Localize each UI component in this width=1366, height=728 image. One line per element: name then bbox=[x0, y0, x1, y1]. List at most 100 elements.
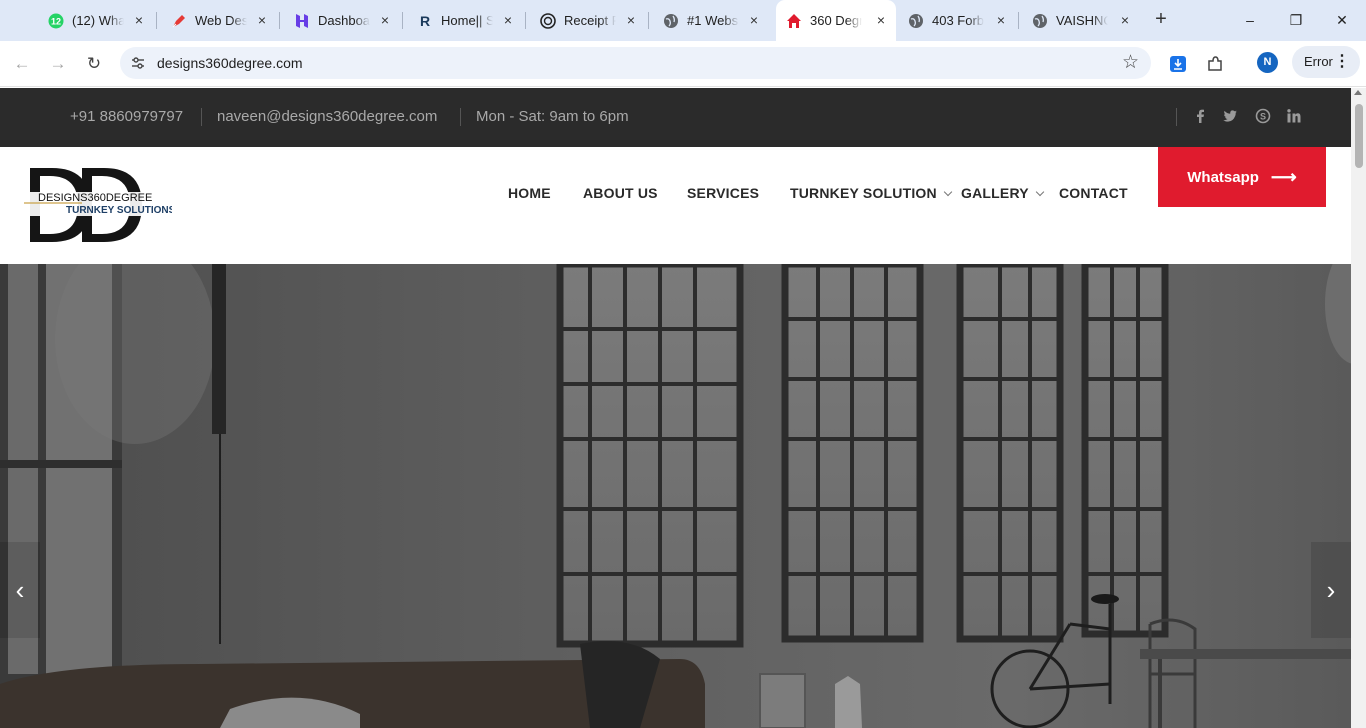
address-bar[interactable]: designs360degree.com ☆ bbox=[120, 47, 1151, 79]
profile-avatar[interactable]: N bbox=[1257, 52, 1278, 73]
chevron-down-icon bbox=[943, 187, 953, 197]
hero-image bbox=[0, 264, 1351, 728]
site-header: DESIGNS360DEGREE TURNKEY SOLUTIONS HOME … bbox=[0, 147, 1351, 264]
error-menu-button[interactable]: Error ⋮ bbox=[1292, 46, 1360, 78]
tab-dashboard[interactable]: Dashboard × bbox=[284, 7, 400, 34]
business-hours: Mon - Sat: 9am to 6pm bbox=[476, 108, 629, 125]
tab-title: VAISHNO... bbox=[1056, 13, 1108, 28]
hero-slider: ‹ › bbox=[0, 264, 1351, 728]
web-page: +91 8860979797 naveen@designs360degree.c… bbox=[0, 88, 1351, 728]
tab-whatsapp[interactable]: 12 (12) WhatsApp × bbox=[38, 7, 154, 34]
logo-line-2: TURNKEY SOLUTIONS bbox=[66, 205, 172, 216]
tab-home-s[interactable]: R Home|| S... × bbox=[407, 7, 523, 34]
skype-icon[interactable]: S bbox=[1255, 108, 1271, 124]
home-icon bbox=[786, 13, 802, 29]
bookmark-star-icon[interactable]: ☆ bbox=[1122, 51, 1139, 74]
email-address[interactable]: naveen@designs360degree.com bbox=[217, 108, 437, 125]
site-logo[interactable]: DESIGNS360DEGREE TURNKEY SOLUTIONS bbox=[22, 164, 176, 246]
browser-toolbar: ← → ↻ designs360degree.com ☆ bbox=[0, 41, 1366, 87]
restore-button[interactable]: ❐ bbox=[1286, 10, 1306, 30]
tab-web-design[interactable]: Web Design × bbox=[161, 7, 277, 34]
arrow-right-icon: ⟶ bbox=[1270, 166, 1297, 187]
close-tab-icon[interactable]: × bbox=[1118, 13, 1132, 27]
tab-divider bbox=[648, 12, 649, 29]
error-label: Error bbox=[1304, 54, 1333, 69]
nav-gallery[interactable]: GALLERY bbox=[961, 185, 1045, 201]
pen-icon bbox=[171, 13, 187, 29]
close-tab-icon[interactable]: × bbox=[747, 13, 761, 27]
divider bbox=[201, 108, 202, 126]
tab-title: #1 Website... bbox=[687, 13, 739, 28]
tab-title: Dashboard bbox=[318, 13, 370, 28]
page-scrollbar[interactable] bbox=[1351, 88, 1366, 728]
tab-360-degree[interactable]: 360 Degree × bbox=[776, 0, 896, 41]
download-icon[interactable] bbox=[1166, 52, 1190, 76]
globe-icon bbox=[663, 13, 679, 29]
tab-title: 403 Forbidden bbox=[932, 13, 984, 28]
whatsapp-button[interactable]: Whatsapp ⟶ bbox=[1158, 147, 1326, 207]
kebab-menu-icon: ⋮ bbox=[1334, 53, 1350, 70]
close-tab-icon[interactable]: × bbox=[624, 13, 638, 27]
close-tab-icon[interactable]: × bbox=[132, 13, 146, 27]
browser-tab-strip: 12 (12) WhatsApp × Web Design × Dashboar… bbox=[0, 0, 1366, 41]
tab-title: Home|| S... bbox=[441, 13, 493, 28]
tab-divider bbox=[1018, 12, 1019, 29]
nav-turnkey-solution[interactable]: TURNKEY SOLUTION bbox=[790, 185, 953, 201]
tab-receipt[interactable]: Receipt Fo... × bbox=[530, 7, 646, 34]
chevron-down-icon bbox=[1035, 187, 1045, 197]
linkedin-icon[interactable] bbox=[1286, 108, 1302, 124]
svg-text:12: 12 bbox=[51, 16, 61, 26]
nav-home[interactable]: HOME bbox=[508, 185, 551, 201]
nav-services[interactable]: SERVICES bbox=[687, 185, 759, 201]
slider-next-button[interactable]: › bbox=[1311, 542, 1351, 638]
whatsapp-label: Whatsapp bbox=[1187, 168, 1259, 186]
slider-prev-button[interactable]: ‹ bbox=[0, 542, 40, 638]
tab-title: Web Design bbox=[195, 13, 247, 28]
close-tab-icon[interactable]: × bbox=[994, 13, 1008, 27]
svg-text:R: R bbox=[420, 13, 430, 29]
tab-title: (12) WhatsApp bbox=[72, 13, 124, 28]
nav-label: GALLERY bbox=[961, 185, 1029, 201]
extensions-icon[interactable] bbox=[1203, 52, 1227, 76]
tab-divider bbox=[279, 12, 280, 29]
nav-contact[interactable]: CONTACT bbox=[1059, 185, 1128, 201]
close-window-button[interactable]: ✕ bbox=[1332, 10, 1352, 30]
globe-icon bbox=[1032, 13, 1048, 29]
back-button[interactable]: ← bbox=[10, 52, 34, 76]
close-tab-icon[interactable]: × bbox=[501, 13, 515, 27]
contact-topbar: +91 8860979797 naveen@designs360degree.c… bbox=[0, 88, 1351, 147]
tab-divider bbox=[525, 12, 526, 29]
svg-text:S: S bbox=[1260, 111, 1266, 121]
tab-vaishno[interactable]: VAISHNO... × bbox=[1022, 7, 1140, 34]
divider bbox=[1176, 108, 1177, 126]
minimize-button[interactable]: – bbox=[1240, 10, 1260, 30]
tab-divider bbox=[156, 12, 157, 29]
close-tab-icon[interactable]: × bbox=[874, 13, 888, 27]
whatsapp-icon: 12 bbox=[48, 13, 64, 29]
facebook-icon[interactable] bbox=[1192, 108, 1208, 124]
url-text[interactable]: designs360degree.com bbox=[157, 55, 303, 71]
site-info-icon[interactable] bbox=[130, 55, 146, 71]
logo-line-1: DESIGNS360DEGREE bbox=[38, 192, 152, 204]
forward-button[interactable]: → bbox=[46, 52, 70, 76]
openai-icon bbox=[540, 12, 556, 29]
nav-about-us[interactable]: ABOUT US bbox=[583, 185, 658, 201]
tab-website[interactable]: #1 Website... × bbox=[653, 7, 769, 34]
globe-icon bbox=[908, 13, 924, 29]
tab-403-forbidden[interactable]: 403 Forbidden × bbox=[898, 7, 1016, 34]
divider bbox=[460, 108, 461, 126]
tab-divider bbox=[402, 12, 403, 29]
phone-number[interactable]: +91 8860979797 bbox=[70, 108, 183, 125]
tab-title: Receipt Fo... bbox=[564, 13, 616, 28]
r-letter-icon: R bbox=[417, 13, 433, 29]
nav-label: TURNKEY SOLUTION bbox=[790, 185, 937, 201]
scrollbar-thumb[interactable] bbox=[1355, 104, 1363, 168]
new-tab-button[interactable]: + bbox=[1151, 9, 1171, 30]
close-tab-icon[interactable]: × bbox=[255, 13, 269, 27]
tab-title: 360 Degree bbox=[810, 13, 862, 28]
hostinger-icon bbox=[294, 13, 310, 29]
twitter-icon[interactable] bbox=[1222, 108, 1238, 124]
close-tab-icon[interactable]: × bbox=[378, 13, 392, 27]
scroll-up-arrow-icon[interactable] bbox=[1354, 90, 1362, 95]
reload-button[interactable]: ↻ bbox=[82, 52, 106, 76]
